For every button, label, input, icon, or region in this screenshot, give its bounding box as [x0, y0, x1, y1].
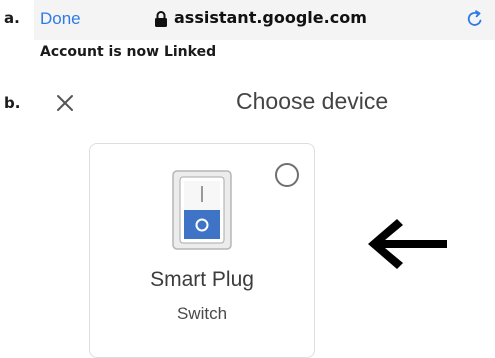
device-select-radio[interactable]	[275, 163, 299, 187]
url-text[interactable]: assistant.google.com	[174, 8, 367, 27]
account-linked-message: Account is now Linked	[40, 44, 217, 60]
step-label-b: b.	[4, 94, 21, 112]
dialog-title: Choose device	[236, 88, 389, 114]
close-icon[interactable]	[55, 93, 75, 113]
done-button[interactable]: Done	[40, 9, 81, 29]
reload-icon[interactable]	[466, 10, 484, 28]
device-type: Switch	[176, 304, 228, 323]
device-name: Smart Plug	[150, 268, 254, 291]
arrow-left-icon	[368, 219, 447, 269]
step-label-a: a.	[4, 9, 20, 27]
switch-icon	[172, 170, 232, 250]
lock-icon	[155, 11, 167, 27]
